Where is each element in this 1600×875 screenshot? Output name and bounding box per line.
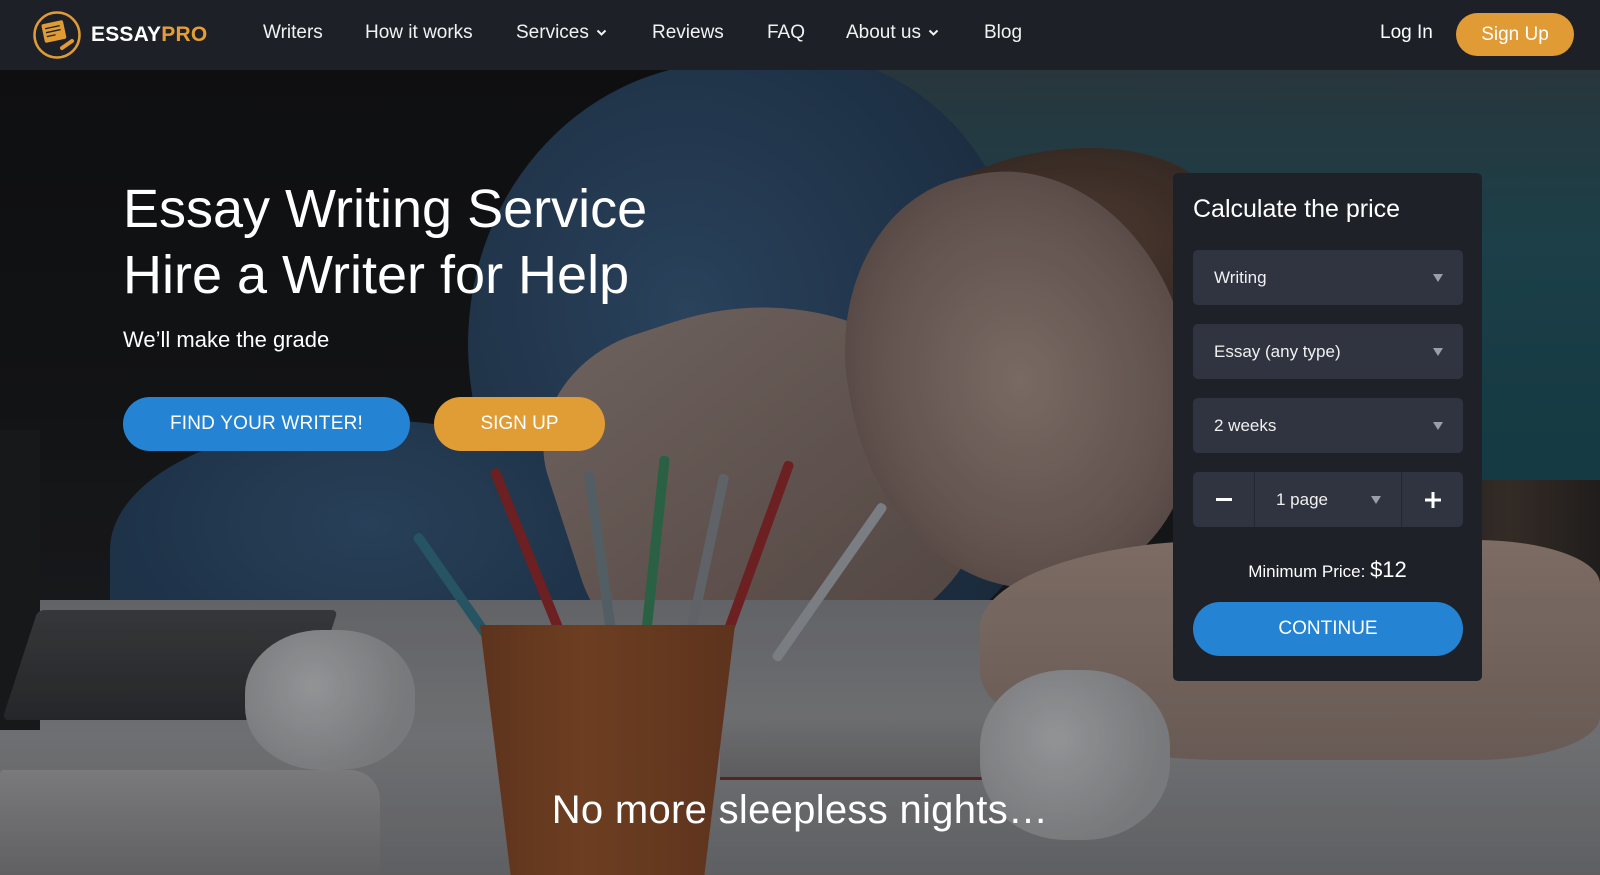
calculator-title: Calculate the price [1193, 195, 1401, 223]
nav-about-us[interactable]: About us [846, 22, 939, 44]
signup-button-header[interactable]: Sign Up [1456, 13, 1574, 56]
dropdown-arrow-icon [1433, 422, 1443, 430]
hero-title-line1: Essay Writing Service [123, 179, 648, 239]
plus-icon [1424, 491, 1441, 508]
nav-faq[interactable]: FAQ [767, 22, 805, 44]
select-value: 1 page [1276, 489, 1328, 509]
nav-label: Services [516, 22, 589, 43]
nav-writers[interactable]: Writers [263, 22, 323, 44]
select-value: 2 weeks [1214, 415, 1277, 435]
brand-name: ESSAYPRO [91, 23, 207, 47]
signup-button-hero[interactable]: SIGN UP [434, 397, 605, 451]
dropdown-arrow-icon [1433, 274, 1443, 282]
dropdown-arrow-icon [1433, 348, 1443, 356]
top-navbar: ESSAYPRO Writers How it works Services R… [0, 0, 1600, 70]
pages-stepper: 1 page [1193, 472, 1463, 527]
minimum-price: Minimum Price: $12 [1173, 557, 1482, 583]
select-value: Essay (any type) [1214, 341, 1341, 361]
price-calculator: Calculate the price Writing Essay (any t… [1173, 173, 1482, 681]
pages-select[interactable]: 1 page [1255, 472, 1401, 527]
nav-label: Reviews [652, 22, 724, 43]
dropdown-arrow-icon [1371, 496, 1381, 504]
nav-label: How it works [365, 22, 473, 43]
nav-label: FAQ [767, 22, 806, 43]
nav-blog[interactable]: Blog [984, 22, 1022, 44]
brand-name-pro: PRO [161, 23, 208, 46]
hero-title: Essay Writing Service Hire a Writer for … [123, 176, 647, 308]
find-writer-button[interactable]: FIND YOUR WRITER! [123, 397, 410, 451]
deadline-select[interactable]: 2 weeks [1193, 398, 1463, 453]
paper-pencil-icon [33, 11, 81, 59]
chevron-down-icon [928, 29, 939, 36]
brand-name-essay: ESSAY [91, 23, 162, 46]
decrease-pages-button[interactable] [1193, 472, 1255, 527]
continue-button[interactable]: CONTINUE [1193, 602, 1463, 656]
hero-bottom-text: No more sleepless nights… [551, 788, 1049, 832]
service-type-select[interactable]: Writing [1193, 250, 1463, 305]
hero-title-line2: Hire a Writer for Help [123, 245, 630, 305]
paper-type-select[interactable]: Essay (any type) [1193, 324, 1463, 379]
nav-label: About us [846, 22, 921, 43]
minimum-price-label: Minimum Price: [1248, 562, 1366, 581]
increase-pages-button[interactable] [1401, 472, 1463, 527]
nav-reviews[interactable]: Reviews [652, 22, 724, 44]
hero-tagline: We’ll make the grade [123, 327, 330, 352]
nav-services[interactable]: Services [516, 22, 607, 44]
minimum-price-value: $12 [1370, 557, 1407, 582]
nav-how-it-works[interactable]: How it works [365, 22, 473, 44]
chevron-down-icon [596, 29, 607, 36]
nav-label: Writers [263, 22, 323, 43]
login-link[interactable]: Log In [1380, 22, 1433, 44]
select-value: Writing [1214, 267, 1267, 287]
minus-icon [1215, 497, 1232, 501]
logo[interactable]: ESSAYPRO [32, 10, 207, 60]
nav-label: Blog [984, 22, 1023, 43]
